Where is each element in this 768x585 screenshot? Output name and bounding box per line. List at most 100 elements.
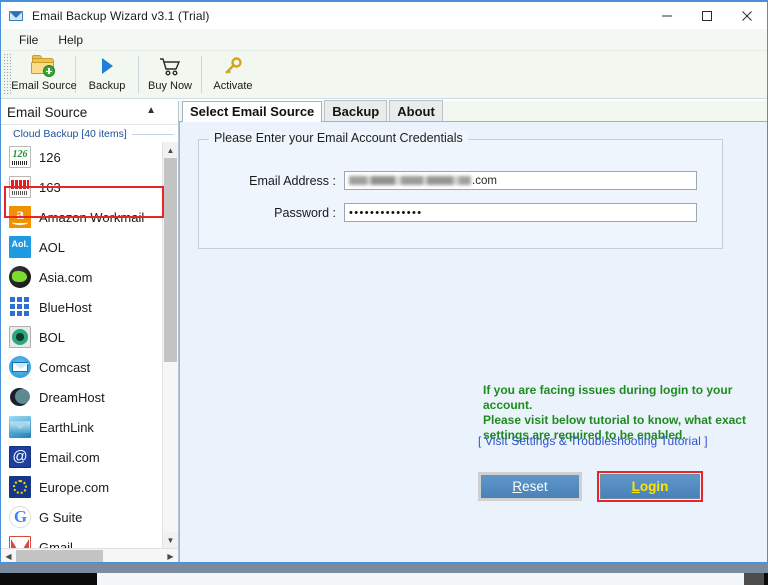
email-field-row: Email Address : .com [199, 171, 722, 190]
sidebar-horizontal-scrollbar[interactable]: ◀ ▶ [1, 548, 178, 563]
comcast-icon [9, 356, 31, 378]
scroll-right-icon[interactable]: ▶ [163, 549, 178, 563]
redacted-email-text [349, 176, 471, 185]
email-input[interactable]: .com [344, 171, 697, 190]
emailcom-icon: @ [9, 446, 31, 468]
sidebar: Email Source ▲ Cloud Backup [40 items] 1… [1, 101, 179, 563]
toolbar-label: Activate [213, 80, 253, 92]
toolbar-label: Backup [88, 80, 126, 92]
toolbar-button-activate[interactable]: Activate [202, 51, 264, 98]
sidebar-list: 126 126 163 a Amazon Workmail Aol. AOL A… [1, 142, 162, 548]
scroll-left-icon[interactable]: ◀ [1, 549, 16, 563]
sidebar-item-earthlink[interactable]: EarthLink [1, 412, 162, 442]
window-controls [647, 2, 767, 29]
bol-icon [9, 326, 31, 348]
tab-bar: Select Email Source Backup About [179, 100, 767, 122]
list-item-label: BOL [39, 329, 66, 345]
taskbar-tray-region[interactable] [744, 573, 764, 585]
toolbar-button-buy-now[interactable]: Buy Now [139, 51, 201, 98]
dreamhost-icon [9, 386, 31, 408]
password-masked-value: •••••••••••••• [349, 206, 423, 219]
sidebar-group-label: Cloud Backup [40 items] [13, 128, 127, 140]
toolbar-button-backup[interactable]: Backup [76, 51, 138, 98]
menu-bar: File Help [1, 29, 767, 51]
sidebar-list-area: 126 126 163 a Amazon Workmail Aol. AOL A… [1, 142, 178, 548]
chevron-up-icon[interactable]: ▲ [146, 105, 156, 116]
sidebar-vertical-scrollbar[interactable]: ▲ ▼ [162, 142, 178, 548]
sidebar-item-163[interactable]: 163 [1, 172, 162, 202]
key-icon [220, 54, 246, 78]
scroll-down-icon[interactable]: ▼ [162, 532, 178, 548]
list-item-label: 163 [39, 179, 61, 195]
sidebar-item-126[interactable]: 126 126 [1, 142, 162, 172]
list-item-label: Europe.com [39, 479, 110, 495]
reset-button[interactable]: Reset [478, 472, 582, 501]
password-field-row: Password : •••••••••••••• [199, 203, 722, 222]
tab-panel: Please Enter your Email Account Credenti… [179, 122, 767, 562]
credentials-group: Please Enter your Email Account Credenti… [198, 131, 723, 249]
toolbar: Email Source Backup Buy Now Activate [1, 51, 767, 99]
taskbar-active-window[interactable] [97, 573, 768, 585]
tab-about[interactable]: About [389, 100, 443, 121]
scroll-thumb[interactable] [164, 158, 177, 362]
menu-item-help[interactable]: Help [48, 31, 93, 49]
sidebar-item-bluehost[interactable]: BlueHost [1, 292, 162, 322]
body-container: Email Source ▲ Cloud Backup [40 items] 1… [1, 100, 767, 563]
envelope-icon [8, 8, 24, 24]
maximize-icon[interactable] [687, 2, 727, 29]
group-divider [131, 133, 174, 135]
taskbar-show-desktop[interactable] [764, 573, 768, 585]
list-item-label: DreamHost [39, 389, 105, 405]
gsuite-icon: G [9, 506, 31, 528]
sidebar-item-comcast[interactable]: Comcast [1, 352, 162, 382]
list-item-label: Gmail [39, 539, 73, 549]
sidebar-item-europe-com[interactable]: Europe.com [1, 472, 162, 502]
scroll-up-icon[interactable]: ▲ [162, 142, 178, 158]
list-item-label: Comcast [39, 359, 91, 375]
sidebar-item-email-com[interactable]: @ Email.com [1, 442, 162, 472]
horizontal-scroll-thumb[interactable] [16, 550, 103, 562]
sidebar-item-amazon-workmail[interactable]: a Amazon Workmail [1, 202, 162, 232]
amazon-icon: a [9, 206, 31, 228]
toolbar-button-email-source[interactable]: Email Source [11, 51, 77, 98]
tab-backup[interactable]: Backup [324, 100, 388, 121]
sidebar-item-asia-com[interactable]: Asia.com [1, 262, 162, 292]
sidebar-item-aol[interactable]: Aol. AOL [1, 232, 162, 262]
reset-button-label: Reset [512, 479, 548, 494]
list-item-label: 126 [39, 149, 61, 165]
toolbar-gripper[interactable] [4, 54, 11, 95]
list-item-label: Asia.com [39, 269, 93, 285]
toolbar-label: Email Source [11, 80, 77, 92]
window-title: Email Backup Wizard v3.1 (Trial) [32, 8, 210, 23]
list-item-label: Email.com [39, 449, 100, 465]
folder-add-icon [31, 54, 57, 78]
list-item-label: AOL [39, 239, 66, 255]
asia-icon [9, 266, 31, 288]
login-button-label: Login [631, 479, 669, 494]
action-button-row: Reset Login [478, 471, 767, 506]
login-button[interactable]: Login [600, 474, 700, 499]
shopping-cart-icon [157, 54, 183, 78]
tutorial-link[interactable]: [ Visit Settings & Troubleshooting Tutor… [478, 434, 708, 448]
aol-icon: Aol. [9, 236, 31, 258]
menu-item-file[interactable]: File [9, 31, 48, 49]
status-strip [0, 563, 768, 573]
list-item-label: Amazon Workmail [39, 209, 145, 225]
sidebar-item-gmail[interactable]: Gmail [1, 532, 162, 548]
minimize-icon[interactable] [647, 2, 687, 29]
close-icon[interactable] [727, 2, 767, 29]
password-input[interactable]: •••••••••••••• [344, 203, 697, 222]
163-icon [9, 176, 31, 198]
play-icon [94, 54, 120, 78]
email-suffix: .com [472, 174, 497, 187]
tab-select-email-source[interactable]: Select Email Source [182, 101, 323, 122]
application-window: Email Backup Wizard v3.1 (Trial) File He… [0, 0, 768, 563]
credentials-legend: Please Enter your Email Account Credenti… [209, 131, 468, 145]
sidebar-item-bol[interactable]: BOL [1, 322, 162, 352]
main-panel: Select Email Source Backup About Please … [179, 100, 767, 562]
bluehost-icon [9, 296, 31, 318]
sidebar-item-dreamhost[interactable]: DreamHost [1, 382, 162, 412]
sidebar-item-g-suite[interactable]: G G Suite [1, 502, 162, 532]
sidebar-header: Email Source ▲ [1, 101, 178, 125]
title-bar: Email Backup Wizard v3.1 (Trial) [1, 2, 767, 29]
